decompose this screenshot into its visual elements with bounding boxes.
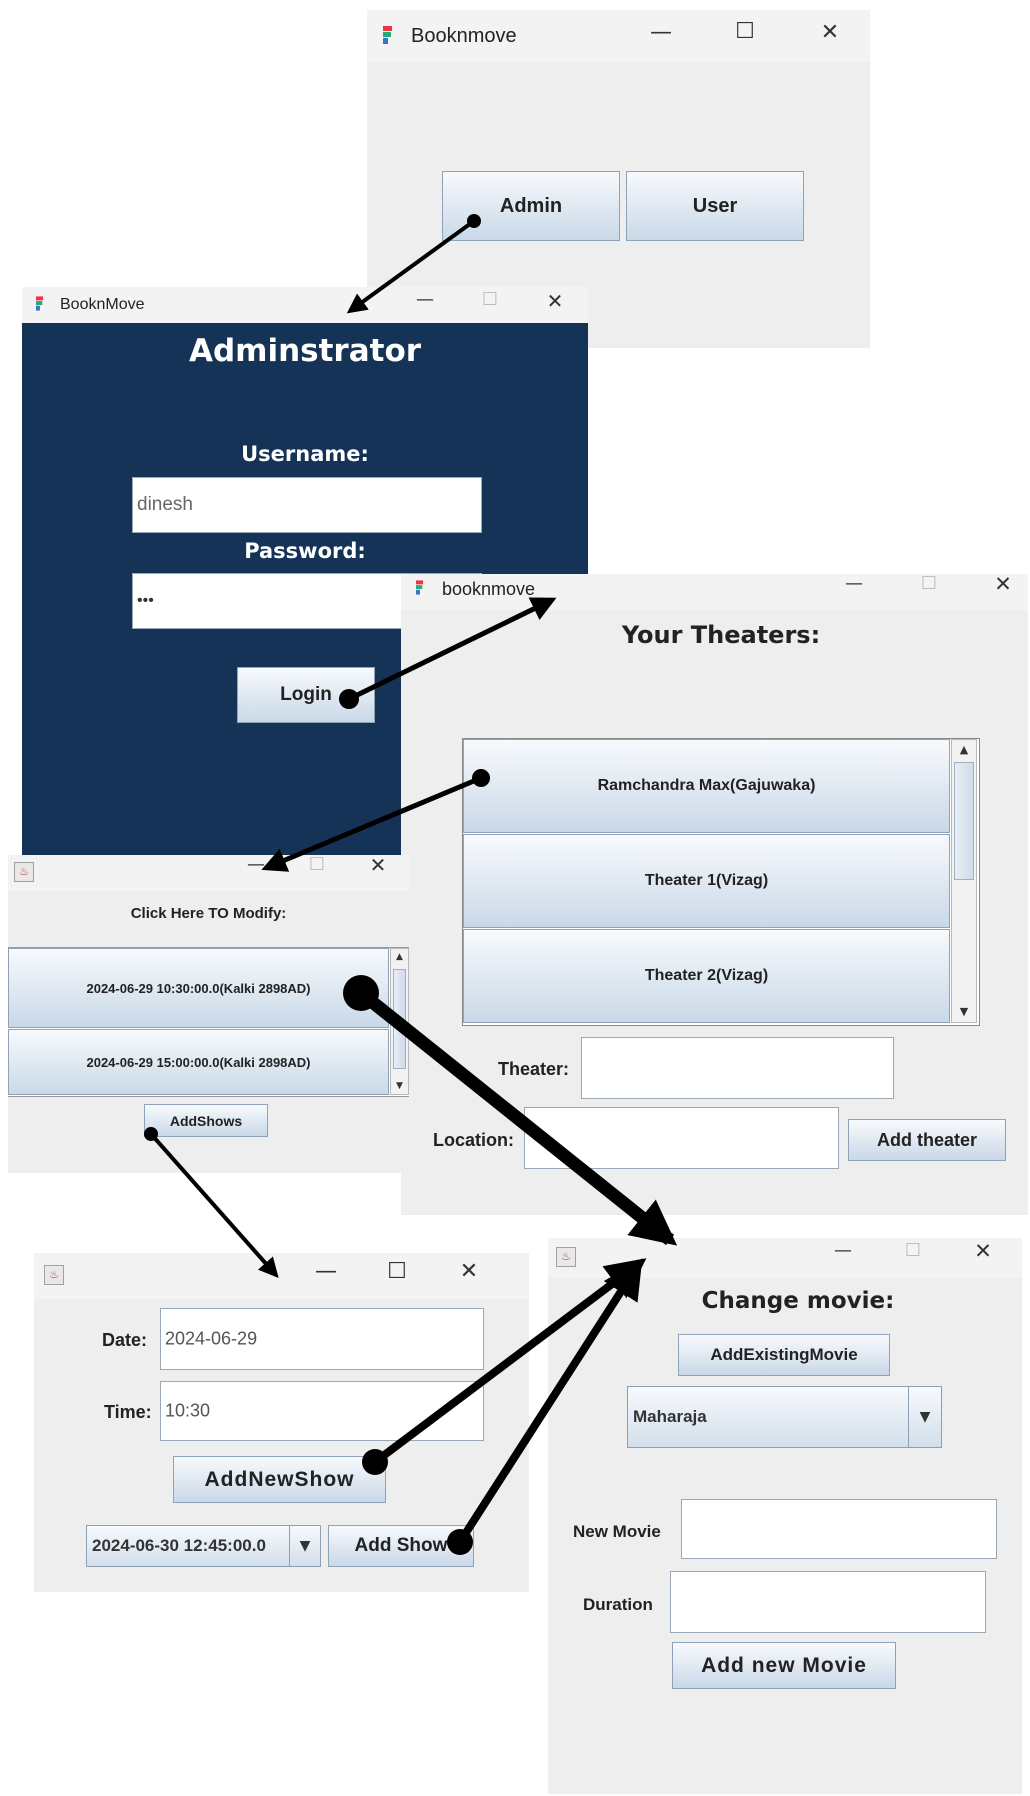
flow-arrows	[144, 214, 678, 1555]
arrow-show-to-movie	[343, 975, 678, 1246]
arrow-addshows-to-addshow	[144, 1127, 279, 1278]
arrow-admin-to-login	[346, 214, 481, 314]
arrow-addnewshow-to-movie	[362, 1258, 647, 1475]
arrow-login-to-theaters	[339, 597, 557, 709]
arrow-addshow-to-movie	[447, 1258, 643, 1555]
arrow-theater-to-shows	[261, 769, 490, 872]
